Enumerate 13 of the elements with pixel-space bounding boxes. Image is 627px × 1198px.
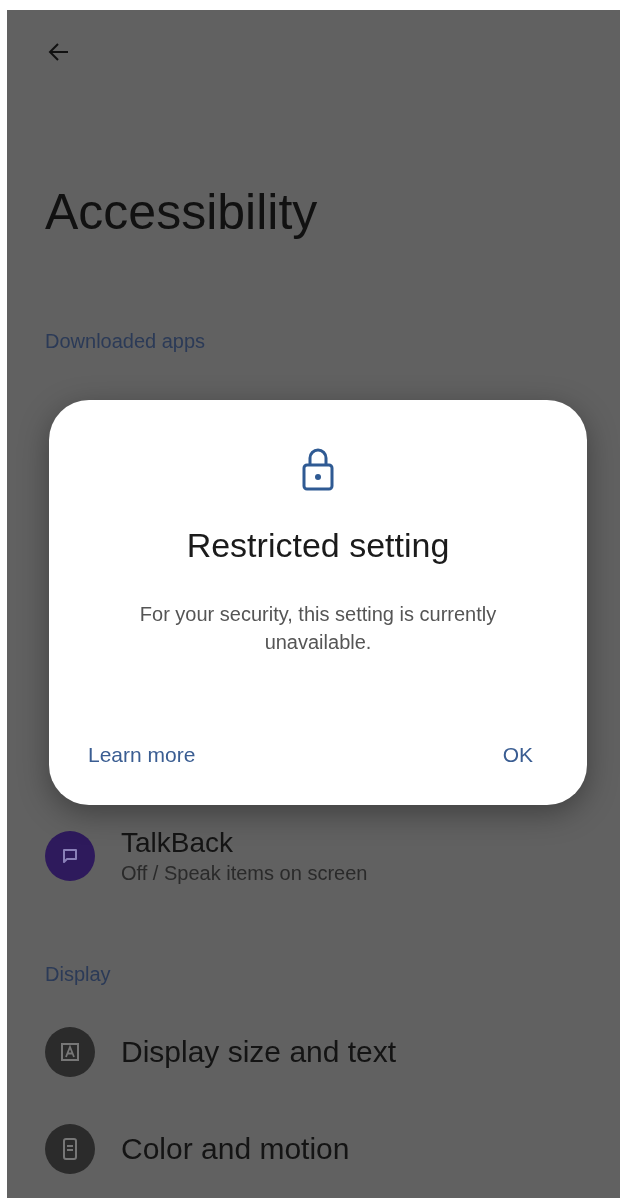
phone-icon bbox=[62, 1138, 78, 1160]
setting-title[interactable]: TalkBack bbox=[121, 826, 368, 860]
chat-bubble-icon bbox=[61, 847, 79, 865]
lock-icon bbox=[301, 447, 335, 491]
dialog-message: For your security, this setting is currently unavailable. bbox=[138, 602, 498, 655]
setting-title[interactable]: Display size and text bbox=[121, 1035, 397, 1069]
letter-a-icon bbox=[60, 1042, 80, 1062]
dialog-button[interactable]: OK bbox=[490, 735, 545, 775]
setting-title[interactable]: Color and motion bbox=[121, 1132, 350, 1166]
dialog-title: Restricted setting bbox=[186, 525, 450, 565]
page-title: Accessibility bbox=[45, 183, 319, 242]
setting-subtitle: Off / Speak items on screen bbox=[121, 861, 368, 886]
dialog-button[interactable]: Learn more bbox=[76, 735, 208, 775]
